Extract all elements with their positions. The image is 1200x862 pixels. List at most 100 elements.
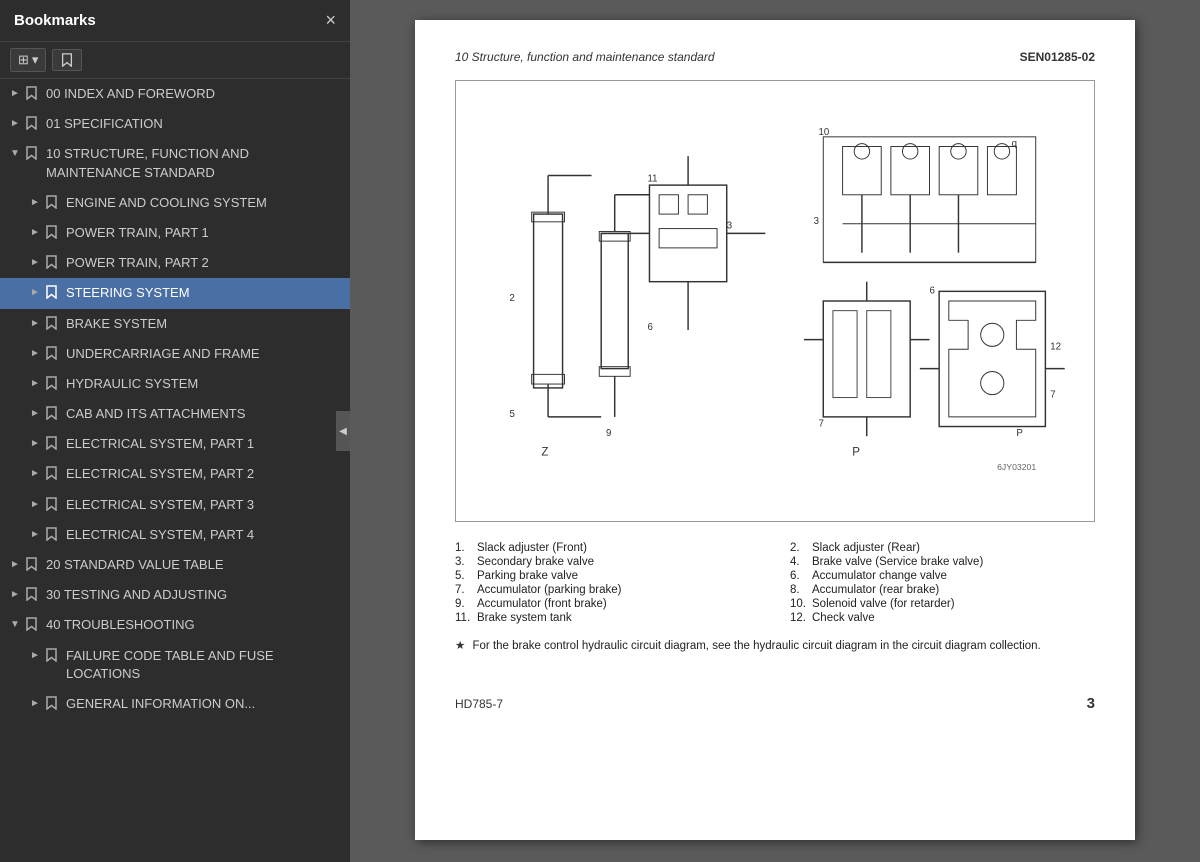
sidebar-item-item-01[interactable]: ►01 SPECIFICATION <box>0 109 350 139</box>
note-text: For the brake control hydraulic circuit … <box>473 640 1041 652</box>
svg-text:2: 2 <box>509 293 514 304</box>
sidebar-item-item-20[interactable]: ►20 STANDARD VALUE TABLE <box>0 550 350 580</box>
bookmark-icon <box>60 53 74 67</box>
legend-text: Solenoid valve (for retarder) <box>812 598 955 610</box>
bookmark-icon <box>46 285 60 299</box>
bookmark-icon <box>46 376 60 390</box>
sidebar-item-item-elec1[interactable]: ► ELECTRICAL SYSTEM, PART 1 <box>0 429 350 459</box>
tree-arrow-icon: ▼ <box>8 617 22 633</box>
tree-arrow-icon: ► <box>28 436 42 452</box>
doc-model: HD785-7 <box>455 697 503 711</box>
legend-item: 6.Accumulator change valve <box>790 570 1095 582</box>
sidebar-item-label: FAILURE CODE TABLE AND FUSE LOCATIONS <box>66 647 340 683</box>
sidebar-item-item-undercarriage[interactable]: ►UNDERCARRIAGE AND FRAME <box>0 339 350 369</box>
sidebar-item-item-elec4[interactable]: ►ELECTRICAL SYSTEM, PART 4 <box>0 520 350 550</box>
sidebar-item-item-failure[interactable]: ► FAILURE CODE TABLE AND FUSE LOCATIONS <box>0 641 350 689</box>
bookmark-icon <box>46 255 60 269</box>
sidebar-item-label: 01 SPECIFICATION <box>46 115 340 133</box>
legend-item: 11.Brake system tank <box>455 612 760 624</box>
sidebar-item-label: ENGINE AND COOLING SYSTEM <box>66 194 340 212</box>
collapse-panel-button[interactable]: ◀ <box>336 411 350 451</box>
legend-item: 4. Brake valve (Service brake valve) <box>790 556 1095 568</box>
legend-item: 7.Accumulator (parking brake) <box>455 584 760 596</box>
legend-number: 4. <box>790 556 808 568</box>
tree-arrow-icon: ► <box>28 316 42 332</box>
sidebar-item-item-engine[interactable]: ► ENGINE AND COOLING SYSTEM <box>0 188 350 218</box>
svg-text:q: q <box>1012 139 1017 150</box>
document-page: 10 Structure, function and maintenance s… <box>415 20 1135 840</box>
tree-arrow-icon: ► <box>28 376 42 392</box>
sidebar-item-item-cab[interactable]: ►CAB AND ITS ATTACHMENTS <box>0 399 350 429</box>
bookmark-icon <box>46 316 60 330</box>
legend-text: Accumulator change valve <box>812 570 947 582</box>
legend-text: Slack adjuster (Rear) <box>812 542 920 554</box>
legend-number: 1. <box>455 542 473 554</box>
sidebar-item-item-00[interactable]: ►00 INDEX AND FOREWORD <box>0 79 350 109</box>
grid-icon: ⊞ <box>18 52 29 68</box>
bookmark-icon <box>46 696 60 710</box>
svg-text:9: 9 <box>606 428 611 439</box>
svg-text:11: 11 <box>648 173 658 184</box>
svg-text:7: 7 <box>1050 390 1055 401</box>
tree-arrow-icon: ► <box>28 497 42 513</box>
sidebar-item-item-power1[interactable]: ►POWER TRAIN, PART 1 <box>0 218 350 248</box>
legend-number: 11. <box>455 612 473 624</box>
legend-item: 5.Parking brake valve <box>455 570 760 582</box>
bookmark-icon <box>26 86 40 100</box>
tree-arrow-icon: ► <box>8 587 22 603</box>
tree-arrow-icon: ► <box>28 225 42 241</box>
sidebar-item-item-hydraulic[interactable]: ►HYDRAULIC SYSTEM <box>0 369 350 399</box>
note-star: ★ <box>455 640 465 652</box>
close-button[interactable]: × <box>325 10 336 31</box>
legend-number: 10. <box>790 598 808 610</box>
sidebar-item-item-power2[interactable]: ►POWER TRAIN, PART 2 <box>0 248 350 278</box>
legend-item: 12.Check valve <box>790 612 1095 624</box>
sidebar-item-item-steering[interactable]: ► STEERING SYSTEM <box>0 278 350 308</box>
sidebar-item-item-40[interactable]: ▼40 TROUBLESHOOTING <box>0 610 350 640</box>
tree-arrow-icon: ► <box>28 648 42 664</box>
sidebar-item-item-30[interactable]: ►30 TESTING AND ADJUSTING <box>0 580 350 610</box>
legend-number: 2. <box>790 542 808 554</box>
sidebar-item-label: ELECTRICAL SYSTEM, PART 1 <box>66 435 340 453</box>
svg-text:12: 12 <box>1050 341 1061 352</box>
bookmark-icon <box>46 648 60 662</box>
tree-arrow-icon: ► <box>28 285 42 301</box>
sidebar-item-item-elec2[interactable]: ► ELECTRICAL SYSTEM, PART 2 <box>0 459 350 489</box>
sidebar-item-label: ELECTRICAL SYSTEM, PART 2 <box>66 465 340 483</box>
tree-arrow-icon: ► <box>8 86 22 102</box>
bookmark-add-button[interactable] <box>52 49 82 71</box>
sidebar-toolbar: ⊞ ▾ <box>0 42 350 79</box>
tree-arrow-icon: ► <box>28 255 42 271</box>
doc-header-section: 10 Structure, function and maintenance s… <box>455 50 715 64</box>
view-toggle-button[interactable]: ⊞ ▾ <box>10 48 46 72</box>
sidebar-title: Bookmarks <box>14 12 96 29</box>
sidebar-item-item-10[interactable]: ▼10 STRUCTURE, FUNCTION AND MAINTENANCE … <box>0 139 350 187</box>
doc-legend: 1. Slack adjuster (Front) 2. Slack adjuster… <box>455 542 1095 624</box>
svg-text:6: 6 <box>930 285 935 296</box>
tree-arrow-icon: ► <box>28 406 42 422</box>
legend-number: 8. <box>790 584 808 596</box>
legend-text: Brake valve (Service brake valve) <box>812 556 983 568</box>
brake-diagram-svg: Z 2 5 9 <box>466 91 1084 511</box>
legend-text: Accumulator (front brake) <box>477 598 607 610</box>
tree-arrow-icon: ► <box>28 466 42 482</box>
sidebar-item-item-general[interactable]: ►GENERAL INFORMATION ON... <box>0 689 350 719</box>
doc-header-ref: SEN01285-02 <box>1020 50 1095 64</box>
sidebar-item-item-brake[interactable]: ►BRAKE SYSTEM <box>0 309 350 339</box>
svg-text:Z: Z <box>541 447 548 459</box>
sidebar-tree: ►00 INDEX AND FOREWORD►01 SPECIFICATION▼… <box>0 79 350 862</box>
sidebar-item-label: STEERING SYSTEM <box>66 284 340 302</box>
doc-footer: HD785-7 3 <box>455 685 1095 712</box>
sidebar-item-item-elec3[interactable]: ►ELECTRICAL SYSTEM, PART 3 <box>0 490 350 520</box>
doc-header: 10 Structure, function and maintenance s… <box>455 50 1095 64</box>
legend-number: 3. <box>455 556 473 568</box>
sidebar-item-label: ELECTRICAL SYSTEM, PART 4 <box>66 526 340 544</box>
svg-text:5: 5 <box>509 409 514 420</box>
legend-text: Slack adjuster (Front) <box>477 542 587 554</box>
tree-arrow-icon: ► <box>28 195 42 211</box>
legend-item: 8.Accumulator (rear brake) <box>790 584 1095 596</box>
sidebar-header: Bookmarks × <box>0 0 350 42</box>
bookmark-icon <box>46 406 60 420</box>
legend-number: 5. <box>455 570 473 582</box>
sidebar-item-label: 10 STRUCTURE, FUNCTION AND MAINTENANCE S… <box>46 145 340 181</box>
